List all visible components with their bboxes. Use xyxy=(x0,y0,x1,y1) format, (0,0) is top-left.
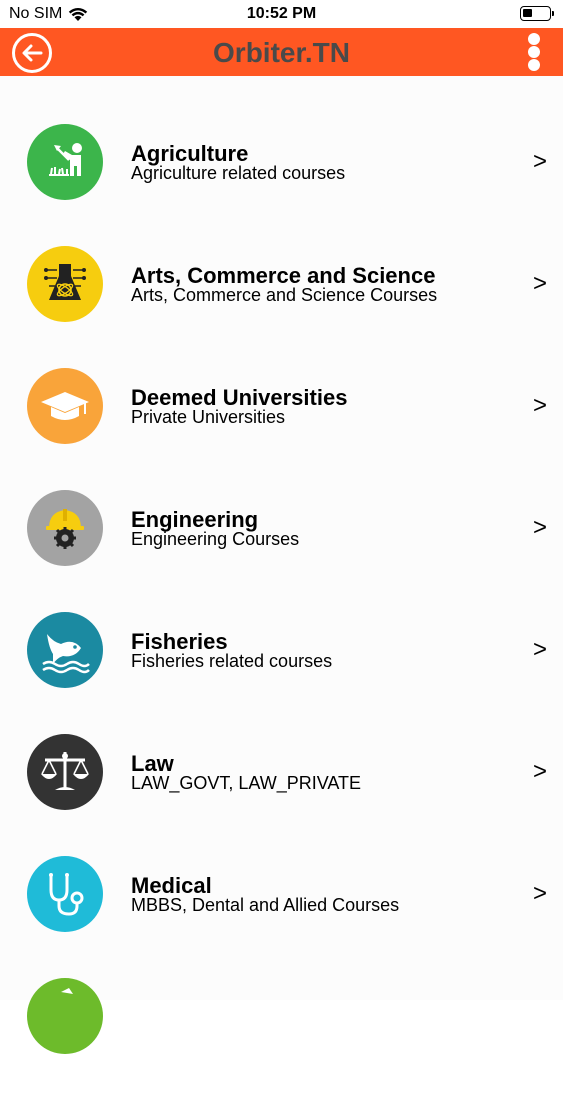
chevron-right-icon: > xyxy=(532,392,547,419)
page-title: Orbiter.TN xyxy=(213,37,350,68)
battery-icon xyxy=(520,6,554,21)
item-subtitle: Engineering Courses xyxy=(131,529,300,549)
item-subtitle: Fisheries related courses xyxy=(131,651,333,671)
list-item-engineering[interactable]: Engineering Engineering Courses > xyxy=(0,490,563,612)
flask-atom-icon xyxy=(27,246,103,322)
battery-level xyxy=(523,9,532,17)
item-subtitle: Arts, Commerce and Science Courses xyxy=(131,285,438,305)
graduation-cap-icon xyxy=(27,368,103,444)
list-item-agriculture[interactable]: Agriculture Agriculture related courses … xyxy=(0,124,563,246)
app-bar: Orbiter.TN xyxy=(0,28,563,76)
partial-icon xyxy=(27,978,103,1054)
chevron-right-icon: > xyxy=(532,148,547,175)
more-dot-icon xyxy=(528,46,540,58)
more-dot-icon xyxy=(528,59,540,71)
chevron-right-icon: > xyxy=(532,880,547,907)
list-item-arts-commerce-science[interactable]: Arts, Commerce and Science Arts, Commerc… xyxy=(0,246,563,368)
chevron-right-icon: > xyxy=(532,758,547,785)
status-time: 10:52 PM xyxy=(246,5,317,22)
chevron-right-icon: > xyxy=(532,514,547,541)
hardhat-gear-icon xyxy=(27,490,103,566)
list-item-partial[interactable] xyxy=(0,978,563,1100)
item-subtitle: Agriculture related courses xyxy=(131,163,346,183)
item-subtitle: MBBS, Dental and Allied Courses xyxy=(131,895,400,915)
farmer-icon xyxy=(27,124,103,200)
stethoscope-icon xyxy=(27,856,103,932)
item-subtitle: Private Universities xyxy=(131,407,286,427)
category-list: Agriculture Agriculture related courses … xyxy=(0,76,563,1054)
status-bar: No SIM 10:52 PM xyxy=(0,0,563,28)
list-item-fisheries[interactable]: Fisheries Fisheries related courses > xyxy=(0,612,563,734)
scales-icon xyxy=(27,734,103,810)
more-menu-button[interactable] xyxy=(527,32,541,72)
list-item-medical[interactable]: Medical MBBS, Dental and Allied Courses … xyxy=(0,856,563,978)
item-subtitle: LAW_GOVT, LAW_PRIVATE xyxy=(131,773,362,793)
fish-wave-icon xyxy=(27,612,103,688)
list-item-law[interactable]: Law LAW_GOVT, LAW_PRIVATE > xyxy=(0,734,563,856)
chevron-right-icon: > xyxy=(532,636,547,663)
chevron-right-icon: > xyxy=(532,270,547,297)
list-item-deemed-universities[interactable]: Deemed Universities Private Universities… xyxy=(0,368,563,490)
more-dot-icon xyxy=(528,33,540,45)
